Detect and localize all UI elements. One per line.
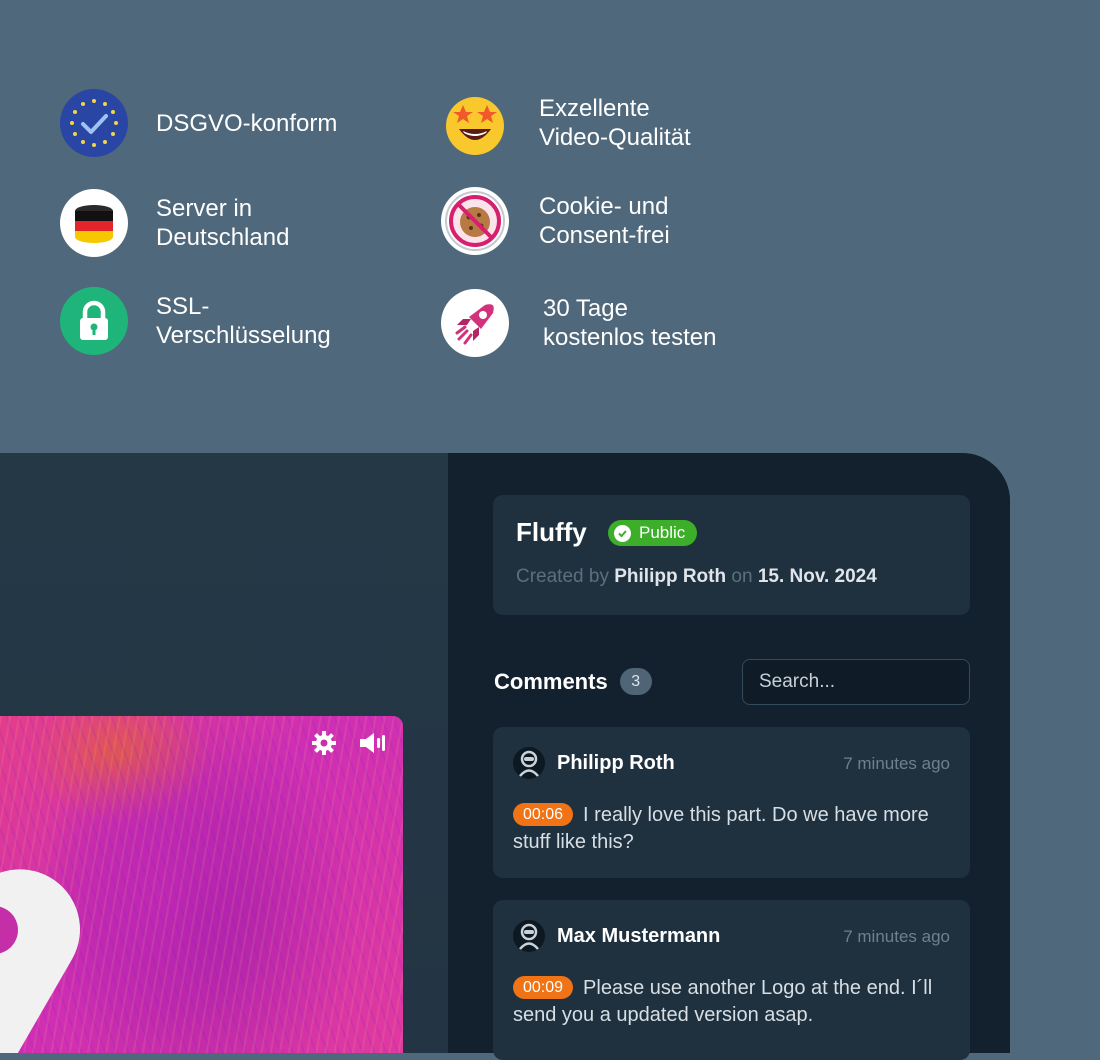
video-title: Fluffy xyxy=(516,517,587,547)
feature-label: SSL- Verschlüsselung xyxy=(156,293,331,349)
lock-icon xyxy=(60,287,128,355)
created-date: 15. Nov. 2024 xyxy=(757,566,877,587)
feature-trial: 30 Tage kostenlos testen xyxy=(441,289,716,357)
status-badge[interactable]: Public xyxy=(608,520,698,546)
settings-gear-icon[interactable] xyxy=(309,728,339,758)
volume-icon[interactable] xyxy=(357,728,387,758)
star-eyes-emoji-icon xyxy=(441,89,509,157)
comment-text: I really love this part. Do we have more… xyxy=(513,804,929,853)
creator-name: Philipp Roth xyxy=(614,566,727,587)
comments-label: Comments xyxy=(494,668,608,694)
comment-item: Philipp Roth 7 minutes ago 00:06 I really… xyxy=(493,727,970,878)
feature-dsgvo: DSGVO-konform xyxy=(60,89,337,157)
comment-body: 00:06 I really love this part. Do we have… xyxy=(513,802,953,856)
created-info: Created by Philipp Roth on 15. Nov. 2024 xyxy=(516,566,877,587)
feature-label: Exzellente Video-Qualität xyxy=(539,95,691,151)
rocket-icon xyxy=(441,289,509,357)
avatar xyxy=(513,747,545,779)
timestamp-badge[interactable]: 00:09 xyxy=(513,976,574,999)
comment-author: Philipp Roth xyxy=(557,752,675,774)
timestamp-badge[interactable]: 00:06 xyxy=(513,803,574,826)
eu-shield-icon xyxy=(60,89,128,157)
check-icon xyxy=(614,524,631,542)
feature-label: Cookie- und Consent-frei xyxy=(539,193,670,249)
comment-author: Max Mustermann xyxy=(557,925,721,947)
feature-cookie-free: Cookie- und Consent-frei xyxy=(441,187,670,255)
comment-text: Please use another Logo at the end. I´ll… xyxy=(513,977,933,1026)
feature-ssl: SSL- Verschlüsselung xyxy=(60,287,331,355)
comment-time: 7 minutes ago xyxy=(843,927,950,946)
video-info-card: Fluffy Public Created by Philipp Roth on… xyxy=(493,495,970,615)
comments-count: 3 xyxy=(619,668,652,695)
video-player[interactable] xyxy=(0,716,403,1053)
comment-time: 7 minutes ago xyxy=(843,754,950,773)
status-label: Public xyxy=(639,523,686,542)
avatar xyxy=(513,920,545,952)
no-cookie-icon xyxy=(441,187,509,255)
feature-label: DSGVO-konform xyxy=(156,109,338,137)
feature-label: Server in Deutschland xyxy=(156,195,290,251)
feature-video-quality: Exzellente Video-Qualität xyxy=(441,89,691,157)
video-stage xyxy=(0,453,448,1053)
comment-search-input[interactable] xyxy=(742,659,970,705)
feature-label: 30 Tage kostenlos testen xyxy=(543,295,717,351)
feature-server: Server in Deutschland xyxy=(60,189,289,257)
german-flag-icon xyxy=(60,189,128,257)
comments-header: Comments 3 xyxy=(494,668,652,695)
comment-item: Max Mustermann 7 minutes ago 00:09 Please… xyxy=(493,900,970,1060)
comment-body: 00:09 Please use another Logo at the end.… xyxy=(513,975,953,1029)
